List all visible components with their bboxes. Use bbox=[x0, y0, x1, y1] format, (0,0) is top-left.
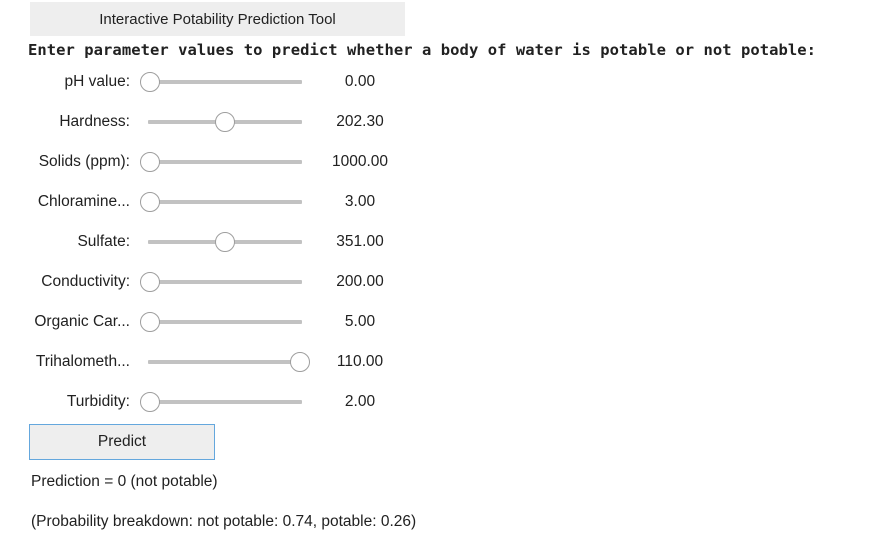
slider-row: Organic Car... 5.00 bbox=[0, 302, 420, 342]
slider-value: 200.00 bbox=[336, 273, 384, 290]
probability-output: (Probability breakdown: not potable: 0.7… bbox=[31, 513, 417, 530]
slider-track[interactable] bbox=[148, 80, 302, 84]
slider-track[interactable] bbox=[148, 360, 302, 364]
slider-handle[interactable] bbox=[140, 192, 160, 212]
slider-value: 3.00 bbox=[344, 193, 376, 210]
slider-value: 110.00 bbox=[336, 353, 384, 370]
slider-track[interactable] bbox=[148, 400, 302, 404]
slider-row: Solids (ppm): 1000.00 bbox=[0, 142, 420, 182]
slider-value: 0.00 bbox=[344, 73, 376, 90]
slider-label: Conductivity: bbox=[41, 273, 130, 290]
slider-label: Solids (ppm): bbox=[38, 153, 130, 170]
slider-value: 1000.00 bbox=[331, 153, 389, 170]
slider-handle[interactable] bbox=[215, 112, 235, 132]
slider-value: 2.00 bbox=[344, 393, 376, 410]
prediction-output: Prediction = 0 (not potable) bbox=[31, 473, 218, 490]
slider-handle[interactable] bbox=[140, 392, 160, 412]
slider-handle[interactable] bbox=[140, 272, 160, 292]
predict-button[interactable]: Predict bbox=[29, 424, 215, 460]
slider-row: Hardness: 202.30 bbox=[0, 102, 420, 142]
slider-row: Trihalometh... 110.00 bbox=[0, 342, 420, 382]
slider-label: Organic Car... bbox=[34, 313, 130, 330]
slider-handle[interactable] bbox=[215, 232, 235, 252]
slider-row: Sulfate: 351.00 bbox=[0, 222, 420, 262]
slider-row: Turbidity: 2.00 bbox=[0, 382, 420, 422]
instruction-text: Enter parameter values to predict whethe… bbox=[28, 41, 817, 59]
slider-track[interactable] bbox=[148, 200, 302, 204]
slider-track[interactable] bbox=[148, 160, 302, 164]
slider-track[interactable] bbox=[148, 320, 302, 324]
slider-label: Sulfate: bbox=[77, 233, 130, 250]
slider-handle[interactable] bbox=[140, 152, 160, 172]
slider-label: Trihalometh... bbox=[35, 353, 130, 370]
slider-value: 351.00 bbox=[336, 233, 384, 250]
slider-handle[interactable] bbox=[290, 352, 310, 372]
slider-label: Chloramine... bbox=[37, 193, 130, 210]
slider-handle[interactable] bbox=[140, 72, 160, 92]
slider-label: pH value: bbox=[64, 73, 130, 90]
tool-title-text: Interactive Potability Prediction Tool bbox=[99, 10, 336, 28]
slider-row: Chloramine... 3.00 bbox=[0, 182, 420, 222]
slider-handle[interactable] bbox=[140, 312, 160, 332]
slider-row: Conductivity: 200.00 bbox=[0, 262, 420, 302]
slider-label: Hardness: bbox=[59, 113, 130, 130]
slider-value: 5.00 bbox=[344, 313, 376, 330]
slider-track[interactable] bbox=[148, 280, 302, 284]
slider-row: pH value: 0.00 bbox=[0, 62, 420, 102]
tool-title: Interactive Potability Prediction Tool bbox=[30, 2, 405, 36]
slider-label: Turbidity: bbox=[66, 393, 130, 410]
slider-value: 202.30 bbox=[336, 113, 384, 130]
